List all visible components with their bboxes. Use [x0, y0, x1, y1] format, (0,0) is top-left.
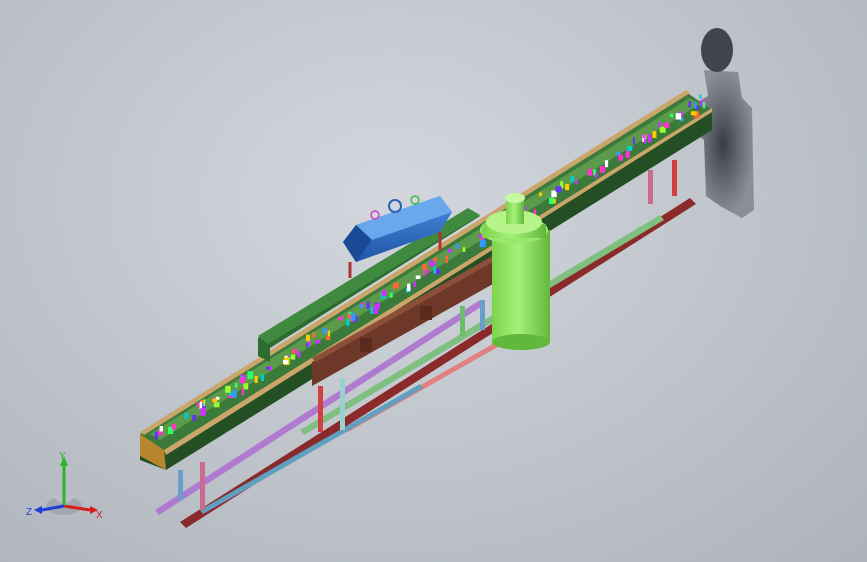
conveyor-part: [658, 121, 662, 128]
coordinate-triad[interactable]: X Y Z: [22, 448, 112, 528]
conveyor-part: [381, 290, 387, 297]
conveyor-part: [338, 316, 343, 321]
conveyor-part: [447, 248, 452, 253]
conveyor-part: [192, 415, 196, 421]
conveyor-part: [669, 113, 674, 118]
conveyor-part: [690, 111, 697, 116]
x-axis-label: X: [96, 510, 103, 521]
conveyor-part: [575, 179, 578, 184]
conveyor-part: [213, 402, 220, 408]
conveyor-part: [243, 383, 249, 390]
support-leg: [460, 306, 465, 336]
z-arrow-icon: [34, 506, 42, 514]
conveyor-part: [426, 269, 429, 274]
conveyor-part: [407, 283, 411, 292]
conveyor-part: [445, 255, 448, 264]
conveyor-frame: [140, 90, 712, 470]
conveyor-part: [269, 366, 272, 371]
conveyor-part: [350, 313, 356, 321]
conveyor-part: [423, 269, 426, 276]
conveyor-part: [325, 336, 331, 341]
conveyor-part: [359, 304, 364, 309]
conveyor-part: [539, 192, 543, 197]
conveyor-part: [306, 334, 310, 342]
conveyor-part: [565, 184, 570, 191]
conveyor-part: [595, 172, 598, 178]
conveyor-part: [247, 371, 254, 379]
conveyor-part: [625, 150, 630, 158]
conveyor-part: [413, 281, 416, 287]
conveyor-part: [422, 264, 427, 271]
conveyor-part: [203, 399, 206, 407]
conveyor-part: [600, 166, 606, 173]
conveyor-part: [627, 145, 633, 151]
conveyor-part: [604, 160, 609, 168]
conveyor-part: [642, 134, 646, 139]
conveyor-part: [702, 101, 706, 109]
conveyor-part: [415, 275, 421, 279]
conveyor-part: [171, 423, 176, 430]
conveyor-part: [648, 135, 652, 143]
conveyor-part: [196, 402, 200, 408]
conveyor-part: [455, 243, 459, 249]
conveyor-part: [254, 375, 258, 383]
conveyor-part: [260, 374, 264, 381]
support-leg: [200, 462, 205, 510]
conveyor-part: [322, 328, 327, 334]
conveyor-part: [373, 306, 379, 314]
y-axis-label: Y: [59, 451, 66, 462]
conveyor-part: [366, 301, 370, 309]
conveyor-part: [292, 350, 295, 354]
conveyor-part: [290, 354, 296, 360]
3d-viewport[interactable]: X Y Z: [0, 0, 867, 562]
conveyor-part: [435, 268, 440, 275]
assembly-model[interactable]: [0, 0, 867, 562]
support-leg: [178, 470, 183, 500]
conveyor-part: [632, 137, 635, 145]
conveyor-part: [618, 154, 623, 161]
conveyor-part: [241, 388, 245, 396]
conveyor-part: [675, 113, 682, 120]
conveyor-part: [239, 377, 245, 384]
conveyor-part: [312, 333, 315, 338]
conveyor-part: [549, 197, 554, 204]
z-axis-label: Z: [26, 507, 32, 518]
conveyor-part: [555, 186, 562, 193]
support-leg: [480, 300, 485, 330]
conveyor-part: [234, 382, 238, 388]
support-leg: [318, 386, 323, 432]
conveyor-part: [327, 330, 331, 337]
conveyor-part: [644, 138, 647, 144]
conveyor-part: [479, 239, 486, 248]
conveyor-part: [688, 101, 691, 108]
conveyor-part: [433, 257, 437, 262]
conveyor-part: [370, 306, 374, 314]
conveyor-part: [154, 431, 159, 439]
conveyor-part: [200, 408, 206, 416]
conveyor-part: [232, 390, 237, 398]
support-leg: [340, 378, 345, 430]
conveyor-part: [266, 366, 270, 370]
conveyor-part: [297, 351, 301, 358]
conveyor-part: [184, 412, 189, 419]
conveyor-part: [225, 385, 231, 393]
conveyor-part: [346, 318, 350, 326]
conveyor-part: [306, 343, 309, 348]
conveyor-part: [587, 168, 593, 176]
conveyor-part: [652, 131, 657, 138]
conveyor-part: [462, 247, 466, 253]
conveyor-part: [694, 101, 697, 109]
support-leg: [648, 170, 653, 204]
conveyor-part: [389, 292, 393, 298]
conveyor-part: [159, 426, 163, 432]
conveyor-part: [315, 340, 321, 344]
conveyor-part: [433, 266, 436, 274]
support-leg: [672, 160, 677, 196]
conveyor-part: [283, 360, 288, 365]
conveyor-part: [570, 176, 575, 183]
conveyor-part: [212, 398, 218, 402]
conveyor-part: [393, 282, 399, 289]
conveyor-part: [699, 94, 702, 99]
conveyor-part: [663, 122, 670, 128]
